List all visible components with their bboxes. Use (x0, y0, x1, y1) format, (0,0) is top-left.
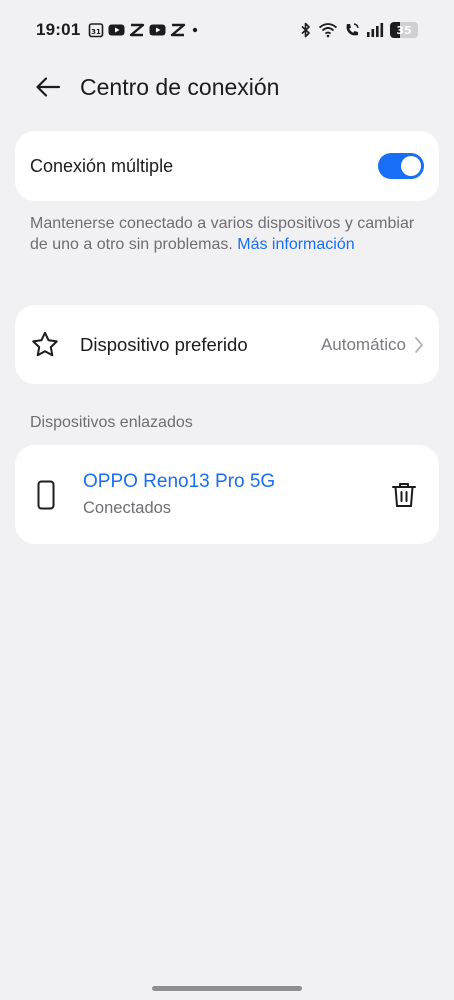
more-info-link[interactable]: Más información (237, 236, 354, 253)
phone-icon (37, 480, 55, 510)
system-icons: 35 (300, 22, 418, 38)
linked-device-row[interactable]: OPPO Reno13 Pro 5G Conectados (15, 445, 439, 544)
bluetooth-icon (300, 22, 312, 38)
chevron-right-icon (414, 336, 424, 354)
description-text: Mantenerse conectado a varios dispositiv… (30, 215, 415, 253)
call-icon (344, 22, 360, 38)
preferred-device-label: Dispositivo preferido (80, 333, 248, 355)
device-status: Conectados (83, 499, 172, 517)
app-header: Centro de conexión (0, 62, 454, 112)
back-arrow-icon (36, 77, 61, 97)
back-button[interactable] (24, 63, 72, 111)
trash-icon (392, 482, 416, 507)
notification-icons: 31 (88, 22, 200, 38)
calendar-icon: 31 (88, 22, 104, 38)
status-time: 19:01 (36, 20, 81, 39)
star-icon (30, 330, 60, 360)
delete-device-button[interactable] (386, 477, 422, 513)
battery-level: 35 (396, 23, 412, 37)
youtube-icon (108, 23, 125, 37)
multi-connection-label: Conexión múltiple (30, 155, 174, 176)
linked-devices-section-title: Dispositivos enlazados (30, 414, 193, 431)
preferred-device-row[interactable]: Dispositivo preferido Automático (15, 305, 439, 384)
toggle-knob (401, 156, 421, 176)
home-indicator[interactable] (152, 986, 302, 991)
capcut-icon (170, 23, 186, 37)
youtube-icon (149, 23, 166, 37)
wifi-icon (318, 22, 338, 38)
device-name: OPPO Reno13 Pro 5G (83, 471, 276, 492)
capcut-icon (129, 23, 145, 37)
dot-icon (190, 25, 200, 35)
device-info: OPPO Reno13 Pro 5G Conectados (83, 471, 275, 518)
battery-icon: 35 (390, 22, 418, 38)
svg-text:31: 31 (92, 28, 102, 36)
signal-icon (366, 22, 384, 38)
multi-connection-toggle[interactable] (378, 153, 424, 179)
status-bar: 19:01 31 35 (0, 0, 454, 60)
page-title: Centro de conexión (80, 73, 280, 100)
multi-connection-description: Mantenerse conectado a varios dispositiv… (30, 213, 420, 255)
multi-connection-row[interactable]: Conexión múltiple (15, 131, 439, 201)
preferred-device-value: Automático (320, 334, 406, 354)
